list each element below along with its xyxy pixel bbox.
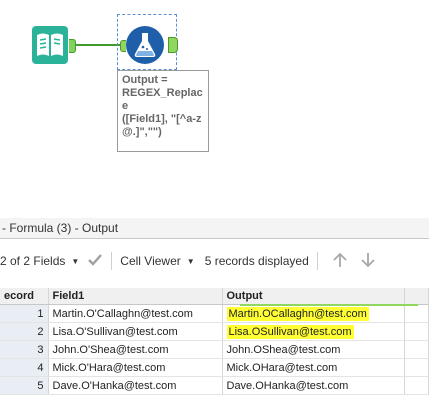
fields-dropdown-label: 2 of 2 Fields bbox=[0, 254, 66, 268]
formula-tool-output-anchor[interactable] bbox=[168, 37, 178, 53]
toolbar-divider bbox=[316, 252, 318, 270]
grid-header-row: ecord Field1 Output bbox=[0, 288, 429, 305]
formula-tool[interactable] bbox=[126, 26, 164, 64]
table-row[interactable]: 5 Dave.O'Hanka@test.com Dave.OHanka@test.c… bbox=[0, 376, 429, 395]
output-cell[interactable]: Dave.OHanka@test.com bbox=[222, 376, 405, 395]
results-panel: - Formula (3) - Output 2 of 2 Fields ▼ C… bbox=[0, 218, 429, 414]
field1-cell[interactable]: John.O'Shea@test.com bbox=[48, 340, 223, 359]
cell-viewer-label: Cell Viewer bbox=[120, 254, 181, 268]
record-number-cell[interactable]: 1 bbox=[0, 304, 49, 323]
field1-cell[interactable]: Martin.O'Callaghn@test.com bbox=[48, 304, 223, 323]
flask-icon bbox=[134, 33, 156, 57]
empty-cell bbox=[404, 376, 429, 395]
field1-cell[interactable]: Lisa.O'Sullivan@test.com bbox=[48, 322, 223, 341]
table-row[interactable]: 4 Mick.O'Hara@test.com Mick.OHara@test.com bbox=[0, 358, 429, 377]
record-number-cell[interactable]: 2 bbox=[0, 322, 49, 341]
field1-cell[interactable]: Dave.O'Hanka@test.com bbox=[48, 376, 223, 395]
table-row[interactable]: 3 John.O'Shea@test.com John.OShea@test.com bbox=[0, 340, 429, 359]
workflow-canvas[interactable]: Output = REGEX_Replace ([Field1], "[^a-z… bbox=[0, 0, 429, 218]
output-value: John.OShea@test.com bbox=[226, 343, 341, 356]
field1-cell[interactable]: Mick.O'Hara@test.com bbox=[48, 358, 223, 377]
records-count-label: 5 records displayed bbox=[204, 254, 309, 268]
check-icon[interactable] bbox=[87, 253, 103, 270]
cell-viewer-dropdown[interactable]: Cell Viewer ▼ bbox=[120, 248, 194, 274]
output-cell[interactable]: Lisa.OSullivan@test.com bbox=[222, 322, 405, 341]
results-toolbar: 2 of 2 Fields ▼ Cell Viewer ▼ 5 records … bbox=[0, 248, 429, 274]
chevron-down-icon: ▼ bbox=[186, 256, 195, 266]
record-number-cell[interactable]: 4 bbox=[0, 358, 49, 377]
arrow-up-icon[interactable] bbox=[332, 252, 348, 271]
empty-cell bbox=[404, 322, 429, 341]
output-value: Dave.OHanka@test.com bbox=[226, 379, 349, 392]
arrow-down-icon[interactable] bbox=[360, 252, 376, 271]
fields-dropdown[interactable]: 2 of 2 Fields ▼ bbox=[0, 248, 79, 274]
empty-cell bbox=[404, 304, 429, 323]
empty-cell bbox=[404, 358, 429, 377]
output-cell[interactable]: John.OShea@test.com bbox=[222, 340, 405, 359]
output-column-indicator bbox=[240, 304, 418, 306]
table-row[interactable]: 1 Martin.O'Callaghn@test.com Martin.OCalla… bbox=[0, 304, 429, 323]
record-number-cell[interactable]: 5 bbox=[0, 376, 49, 395]
empty-cell bbox=[404, 340, 429, 359]
output-value: Martin.OCallaghn@test.com bbox=[226, 306, 369, 321]
input-data-tool[interactable] bbox=[32, 26, 68, 64]
column-header-record[interactable]: ecord bbox=[0, 288, 49, 305]
input-tool-output-anchor[interactable] bbox=[69, 39, 76, 53]
table-row[interactable]: 2 Lisa.O'Sullivan@test.com Lisa.OSullivan@… bbox=[0, 322, 429, 341]
column-header-output[interactable]: Output bbox=[222, 288, 405, 305]
results-panel-title: - Formula (3) - Output bbox=[0, 218, 429, 239]
record-number-cell[interactable]: 3 bbox=[0, 340, 49, 359]
output-value: Mick.OHara@test.com bbox=[226, 361, 338, 374]
tool-annotation: Output = REGEX_Replace ([Field1], "[^a-z… bbox=[117, 70, 209, 152]
output-cell[interactable]: Martin.OCallaghn@test.com bbox=[222, 304, 405, 323]
chevron-down-icon: ▼ bbox=[71, 256, 80, 266]
column-header-field1[interactable]: Field1 bbox=[48, 288, 223, 305]
book-icon bbox=[37, 33, 63, 56]
output-cell[interactable]: Mick.OHara@test.com bbox=[222, 358, 405, 377]
toolbar-divider bbox=[111, 252, 113, 270]
output-value: Lisa.OSullivan@test.com bbox=[226, 324, 354, 339]
column-header-empty bbox=[404, 288, 429, 305]
